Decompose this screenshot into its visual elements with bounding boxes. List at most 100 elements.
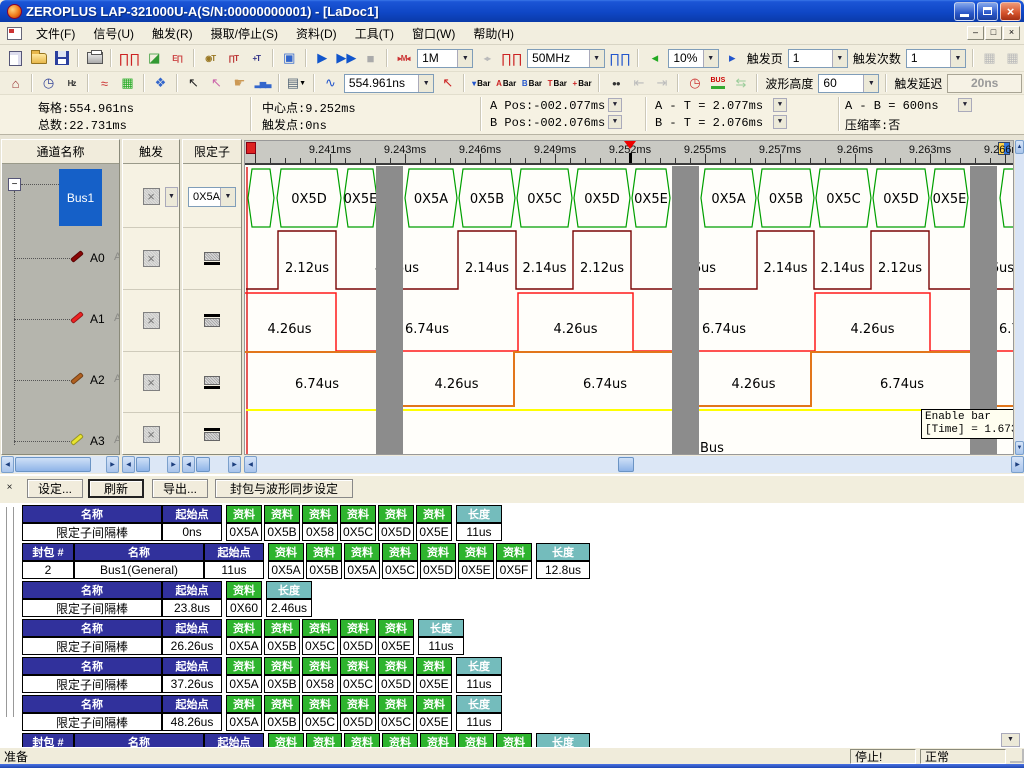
scroll-right-button[interactable]: ▶	[1011, 456, 1024, 473]
waveform-display[interactable]: 9.241ms9.243ms9.246ms9.249ms9.252ms9.255…	[244, 140, 1014, 455]
maximize-button[interactable]	[977, 2, 998, 21]
trigger-panel-hscroll[interactable]: ◀ ▶	[122, 456, 180, 473]
channel-item-A3[interactable]: A3	[90, 434, 105, 448]
pointer-button[interactable]: ↖	[182, 73, 205, 94]
trigger-cell-4[interactable]: ×	[123, 413, 179, 455]
select-pointer-button[interactable]: ↖	[205, 73, 228, 94]
chevron-down-icon[interactable]: ▼	[220, 188, 235, 206]
trigger-cell-1[interactable]: ×	[123, 228, 179, 290]
chevron-down-icon[interactable]: ▼	[457, 50, 472, 67]
trigger-cell-3[interactable]: ×	[123, 352, 179, 413]
scroll-right-button[interactable]: ▶	[106, 456, 119, 473]
stop-button[interactable]: ■	[359, 48, 382, 69]
packet-value-row[interactable]: 限定子间隔棒26.26us0X5A0X5B0X5C0X5D0X5E11us	[22, 637, 1012, 655]
chevron-down-icon[interactable]: ▼	[832, 50, 847, 67]
trigger-checkbox[interactable]: ×	[143, 426, 160, 443]
packet-value-row[interactable]: 限定子间隔棒0ns0X5A0X5B0X580X5C0X5D0X5E11us	[22, 523, 1012, 541]
memory-depth-combo[interactable]: 1M▼	[417, 49, 473, 68]
channel-settings-button[interactable]: ◪	[143, 48, 166, 69]
scroll-left-button[interactable]: ◀	[182, 456, 195, 473]
channel-bus1[interactable]: Bus1	[59, 169, 102, 226]
trigger-position-combo[interactable]: 10%▼	[668, 49, 718, 68]
chevron-down-icon[interactable]: ▼	[165, 187, 178, 207]
wave-mode-button[interactable]: ▤ ▼	[284, 73, 309, 94]
bus-qualifier-combo[interactable]: 0X5A▼	[188, 187, 236, 207]
locate-cursor-button[interactable]: ↖	[436, 73, 459, 94]
packet-panel-close-button[interactable]: ×	[3, 482, 16, 495]
scroll-thumb[interactable]	[618, 457, 634, 472]
packet-button-1[interactable]: 刷新	[88, 479, 144, 498]
scroll-up-button[interactable]: ▲	[1015, 140, 1024, 154]
child-minimize-button[interactable]: –	[967, 26, 984, 40]
packet-panel-dropdown[interactable]: ▼	[1001, 733, 1020, 747]
a-pos-dropdown[interactable]: ▼	[608, 98, 622, 112]
t-bar-button[interactable]: TBar	[545, 73, 570, 94]
qualifier-cell-4[interactable]	[183, 413, 241, 455]
qualifier-panel-hscroll[interactable]: ◀ ▶	[182, 456, 241, 473]
channel-panel-hscroll[interactable]: ◀ ▶	[1, 456, 119, 473]
trigger-cell-0[interactable]: ×▼	[123, 166, 179, 228]
packet-value-row[interactable]: 限定子间隔棒37.26us0X5A0X5B0X580X5C0X5D0X5E11u…	[22, 675, 1012, 693]
tile-vertical-button[interactable]: ▦	[1001, 48, 1024, 69]
menu-item-3[interactable]: 摄取/停止(S)	[202, 22, 287, 45]
pulse-trigger-button[interactable]: ∏T	[222, 48, 245, 69]
a-bar-handle-icon[interactable]	[246, 142, 256, 154]
zoom-wave-icon[interactable]: ∿	[319, 73, 342, 94]
chevron-down-icon[interactable]: ▼	[418, 75, 433, 92]
child-restore-button[interactable]: □	[985, 26, 1002, 40]
chevron-down-icon[interactable]: ▼	[589, 50, 604, 67]
open-file-button[interactable]	[27, 48, 50, 69]
wave-height-combo[interactable]: 60▼	[818, 74, 879, 93]
navigator-button[interactable]: ❖	[149, 73, 172, 94]
qualifier-cell-3[interactable]	[183, 352, 241, 413]
a-bar-button[interactable]: ABar	[493, 73, 519, 94]
b-bar-button[interactable]: BBar	[519, 73, 545, 94]
channel-item-A0[interactable]: A0	[90, 251, 105, 265]
bar-chart-button[interactable]: ▂▅▃	[251, 73, 274, 94]
interval-combo[interactable]: 554.961ns▼	[344, 74, 434, 93]
trigger-checkbox[interactable]: ×	[143, 312, 160, 329]
memory-next-button[interactable]: ◂▸	[475, 48, 498, 69]
channel-item-A1[interactable]: A1	[90, 312, 105, 326]
sampling-rate-combo[interactable]: 50MHz▼	[527, 49, 605, 68]
scroll-left-button[interactable]: ◀	[122, 456, 135, 473]
menu-item-1[interactable]: 信号(U)	[84, 22, 143, 45]
trigger-page-combo[interactable]: 1▼	[788, 49, 848, 68]
packet-button-3[interactable]: 封包与波形同步设定	[215, 479, 353, 498]
chevron-down-icon[interactable]: ▼	[703, 50, 718, 67]
menu-item-2[interactable]: 触发(R)	[143, 22, 202, 45]
packet-value-row[interactable]: 限定子间隔棒23.8us0X602.46us	[22, 599, 1012, 617]
scroll-thumb[interactable]	[196, 457, 210, 472]
chevron-down-icon[interactable]: ▼	[863, 75, 878, 92]
cursor-trigger-button[interactable]: +T	[245, 48, 268, 69]
channel-item-A2[interactable]: A2	[90, 373, 105, 387]
b-pos-dropdown[interactable]: ▼	[608, 115, 622, 129]
run-continuous-button[interactable]: ▶▶	[334, 48, 359, 69]
scroll-right-button[interactable]: ▶	[228, 456, 241, 473]
new-file-button[interactable]	[4, 48, 27, 69]
trigger-pos-right-button[interactable]: ▸	[721, 48, 744, 69]
trigger-pos-left-button[interactable]: ◂	[643, 48, 666, 69]
waveform-view-button[interactable]: ≈	[93, 73, 116, 94]
packet-value-row[interactable]: 2Bus1(General)11us0X5A0X5B0X5A0X5C0X5D0X…	[22, 561, 1012, 579]
packet-button-0[interactable]: 设定...	[27, 479, 83, 498]
waveform-hscroll[interactable]: ◀ ▶	[244, 456, 1024, 473]
home-button[interactable]: ⌂	[4, 73, 27, 94]
packet-list-scroll-track[interactable]	[6, 507, 14, 717]
hand-tool-button[interactable]: ☛	[228, 73, 251, 94]
print-button[interactable]	[83, 48, 106, 69]
noise-filter-trigger-button[interactable]: ◉T	[199, 48, 222, 69]
qualifier-cell-2[interactable]	[183, 290, 241, 352]
menu-item-0[interactable]: 文件(F)	[27, 22, 84, 45]
qualifier-cell-0[interactable]: 0X5A▼	[183, 166, 241, 228]
qualifier-cell-1[interactable]	[183, 228, 241, 290]
expand-tool-button[interactable]: ⇆	[729, 73, 752, 94]
sampling-settings-button[interactable]: ∏∏	[116, 48, 143, 69]
scroll-right-button[interactable]: ▶	[167, 456, 180, 473]
module-stack-button[interactable]: ▣	[278, 48, 301, 69]
listing-view-button[interactable]: ▦	[116, 73, 139, 94]
time-ruler[interactable]: 9.241ms9.243ms9.246ms9.249ms9.252ms9.255…	[245, 141, 1013, 165]
scroll-down-button[interactable]: ▼	[1015, 441, 1024, 455]
scroll-left-button[interactable]: ◀	[1, 456, 14, 473]
packet-value-row[interactable]: 限定子间隔棒48.26us0X5A0X5B0X5C0X5D0X5C0X5E11u…	[22, 713, 1012, 731]
